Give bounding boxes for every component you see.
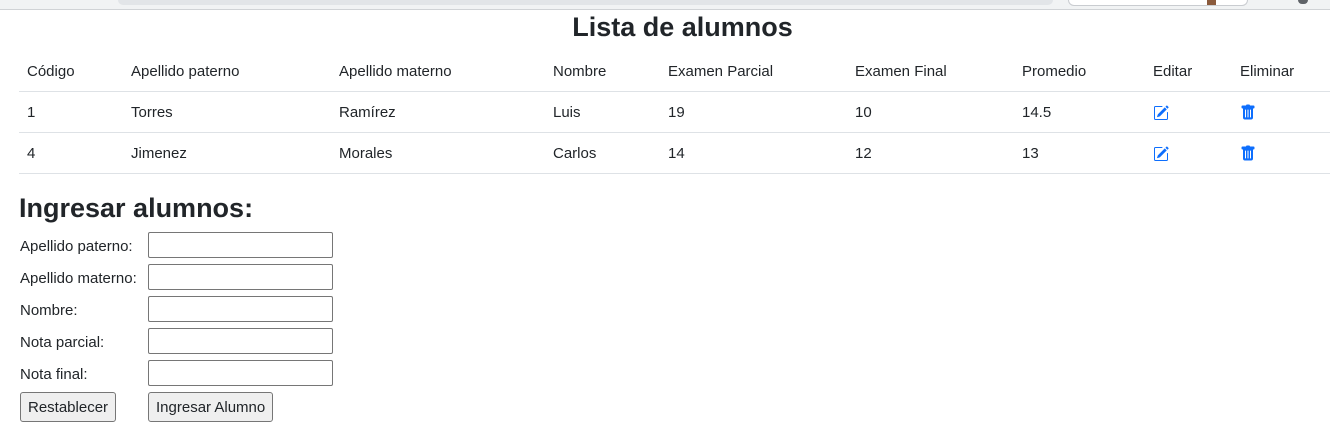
header-editar: Editar (1145, 52, 1232, 92)
nota-parcial-label: Nota parcial: (20, 334, 105, 351)
header-examen-parcial: Examen Parcial (660, 52, 847, 92)
nombre-input[interactable] (148, 296, 333, 322)
header-codigo: Código (19, 52, 123, 92)
cell-editar (1145, 91, 1232, 133)
nota-parcial-input[interactable] (148, 328, 333, 354)
header-nombre: Nombre (545, 52, 660, 92)
apellido-paterno-input[interactable] (148, 232, 333, 258)
cell-apellido-materno: Morales (331, 132, 545, 174)
nota-final-input[interactable] (148, 360, 333, 386)
header-promedio: Promedio (1014, 52, 1145, 92)
cell-eliminar (1232, 132, 1330, 174)
apellido-paterno-label: Apellido paterno: (20, 238, 133, 255)
table-row: 4 Jimenez Morales Carlos 14 12 13 (19, 132, 1330, 174)
cell-examen-parcial: 14 (660, 132, 847, 174)
cell-apellido-paterno: Jimenez (123, 132, 331, 174)
cell-apellido-materno: Ramírez (331, 91, 545, 133)
cell-codigo: 1 (19, 91, 123, 133)
extension-icon[interactable] (1207, 0, 1216, 5)
extension-area[interactable] (1068, 0, 1248, 6)
trash-icon[interactable] (1240, 145, 1256, 162)
cell-promedio: 13 (1014, 132, 1145, 174)
reset-button[interactable]: Restablecer (20, 392, 117, 422)
cell-examen-final: 12 (847, 132, 1014, 174)
table-header-row: Código Apellido paterno Apellido materno… (19, 52, 1330, 92)
nota-final-label: Nota final: (20, 366, 88, 383)
cell-promedio: 14.5 (1014, 91, 1145, 133)
cell-nombre: Carlos (545, 132, 660, 174)
page-title: Lista de alumnos (572, 12, 793, 42)
cell-apellido-paterno: Torres (123, 91, 331, 133)
header-apellido-materno: Apellido materno (331, 52, 545, 92)
profile-icon[interactable] (1298, 0, 1308, 4)
nombre-label: Nombre: (20, 302, 78, 319)
cell-codigo: 4 (19, 132, 123, 174)
table-row: 1 Torres Ramírez Luis 19 10 14.5 (19, 91, 1330, 133)
edit-icon[interactable] (1153, 105, 1169, 121)
cell-eliminar (1232, 91, 1330, 133)
form-title: Ingresar alumnos: (19, 193, 254, 223)
browser-toolbar (0, 0, 1330, 10)
header-examen-final: Examen Final (847, 52, 1014, 92)
cell-editar (1145, 132, 1232, 174)
apellido-materno-label: Apellido materno: (20, 270, 137, 287)
trash-icon[interactable] (1240, 104, 1256, 121)
address-bar[interactable] (118, 0, 1053, 5)
apellido-materno-input[interactable] (148, 264, 333, 290)
cell-examen-parcial: 19 (660, 91, 847, 133)
students-table: Código Apellido paterno Apellido materno… (19, 52, 1330, 174)
cell-nombre: Luis (545, 91, 660, 133)
header-apellido-paterno: Apellido paterno (123, 52, 331, 92)
cell-examen-final: 10 (847, 91, 1014, 133)
header-eliminar: Eliminar (1232, 52, 1330, 92)
submit-student-button[interactable]: Ingresar Alumno (148, 392, 274, 422)
edit-icon[interactable] (1153, 146, 1169, 162)
